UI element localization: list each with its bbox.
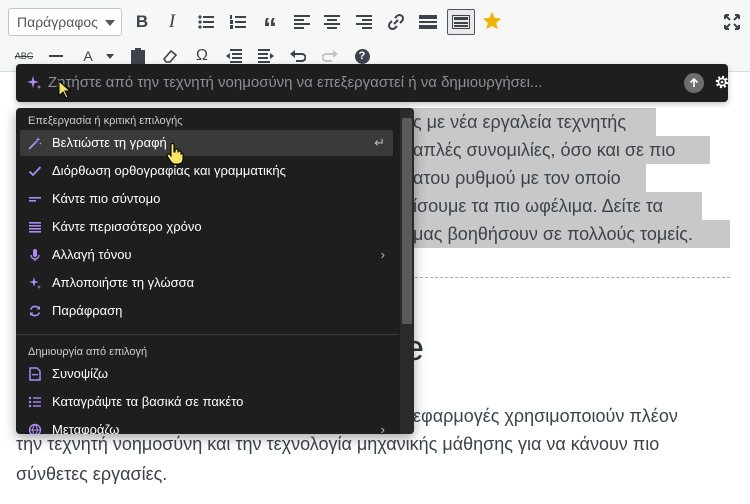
paragraph-line: ίσουμε τα πιο ωφέλιμα. Δείτε τα	[413, 196, 664, 216]
refresh-icon	[29, 305, 41, 317]
paragraph-line: μας βοηθήσουν σε πολλούς τομείς.	[413, 224, 693, 244]
outdent-icon	[226, 49, 242, 63]
mouse-cursor-icon	[58, 80, 72, 99]
arrow-up-icon	[689, 78, 699, 87]
bullet-list-icon	[198, 15, 214, 29]
horizontal-rule-icon	[49, 55, 63, 57]
menu-divider	[16, 334, 398, 335]
menu-section-title: Δημιουργία από επιλογή	[28, 346, 148, 358]
italic-button[interactable]: I	[158, 8, 186, 36]
read-more-button[interactable]	[414, 8, 442, 36]
hand-cursor-icon	[166, 143, 184, 165]
toolbar-toggle-icon	[452, 15, 470, 29]
menu-item-translate[interactable]: Μεταφράζω ›	[20, 417, 393, 434]
gear-icon	[715, 75, 729, 89]
menu-item-label: Βελτιώστε τη γραφή	[52, 135, 167, 150]
short-lines-icon	[29, 197, 41, 202]
menu-item-label: Μεταφράζω	[52, 422, 120, 434]
menu-item-summarize[interactable]: Συνοψίζω	[20, 361, 393, 387]
ai-prompt-bar: Ζητήστε από την τεχνητή νοημοσύνη να επε…	[16, 64, 730, 102]
menu-item-list-key-points[interactable]: Καταγράψτε τα βασικά σε πακέτο	[20, 389, 393, 415]
paragraph-line: ς με νέα εργαλεία τεχνητής	[413, 112, 626, 132]
globe-icon	[28, 423, 42, 434]
paste-text-icon	[131, 48, 145, 64]
long-lines-icon	[29, 222, 41, 233]
menu-item-make-shorter[interactable]: Κάντε πιο σύντομο	[20, 186, 393, 212]
microphone-icon	[30, 249, 40, 261]
menu-section-title: Επεξεργασία ή κριτική επιλογής	[28, 115, 183, 127]
help-icon: ?	[354, 48, 370, 64]
paragraph-line: την τεχνητή νοημοσύνη και την τεχνολογία…	[16, 434, 660, 454]
paragraph-line: εφαρμογές χρησιμοποιούν πλέον	[413, 406, 678, 426]
chevron-down-icon	[106, 53, 114, 59]
sparkle-icon	[27, 76, 41, 89]
paragraph-format-select[interactable]: Παράγραφος	[8, 8, 122, 36]
bold-icon: B	[135, 12, 149, 31]
align-center-button[interactable]	[318, 8, 346, 36]
paragraph-line: ατου ρυθμού με τον οποίο	[413, 168, 621, 188]
menu-item-make-longer[interactable]: Κάντε περισσότερο χρόνο	[20, 214, 393, 240]
menu-item-simplify-language[interactable]: Απλοποιήστε τη γλώσσα	[20, 270, 393, 296]
menu-item-label: Παράφραση	[52, 303, 123, 318]
magic-wand-icon	[28, 137, 42, 150]
undo-icon	[290, 50, 306, 62]
send-button[interactable]	[684, 73, 704, 93]
align-right-icon	[356, 15, 372, 29]
ai-actions-menu: Επεξεργασία ή κριτική επιλογής Βελτιώστε…	[16, 108, 414, 434]
read-more-icon	[419, 15, 437, 29]
menu-item-label: Αλλαγή τόνου	[52, 247, 132, 262]
redo-icon	[322, 50, 338, 62]
align-left-icon	[294, 15, 310, 29]
align-center-icon	[324, 15, 340, 29]
chevron-right-icon: ›	[380, 422, 385, 434]
list-icon	[28, 396, 41, 408]
enter-icon: ↵	[374, 135, 385, 150]
editor-toolbar: Παράγραφος B I “ ABC A Ω ?	[0, 0, 750, 72]
chevron-right-icon: ›	[380, 247, 385, 262]
paragraph-line: απλές συνομιλίες, όσο και σε πιο	[413, 140, 676, 160]
menu-item-improve-writing[interactable]: Βελτιώστε τη γραφή ↵	[20, 130, 393, 156]
menu-item-label: Απλοποιήστε τη γλώσσα	[52, 275, 195, 290]
menu-item-label: Κάντε περισσότερο χρόνο	[52, 219, 202, 234]
link-button[interactable]	[382, 8, 410, 36]
menu-item-paraphrase[interactable]: Παράφραση	[20, 298, 393, 324]
menu-item-label: Καταγράψτε τα βασικά σε πακέτο	[52, 394, 244, 409]
fullscreen-button[interactable]	[718, 8, 746, 36]
paragraph-line: σύνθετες εργασίες.	[16, 464, 168, 484]
more-divider	[410, 277, 730, 278]
text-color-icon: A	[83, 48, 93, 64]
italic-icon: I	[168, 11, 176, 32]
menu-item-label: Κάντε πιο σύντομο	[52, 191, 161, 206]
menu-item-fix-spelling[interactable]: Διόρθωση ορθογραφίας και γραμματικής	[20, 158, 393, 184]
ai-prompt-input[interactable]: Ζητήστε από την τεχνητή νοημοσύνη να επε…	[48, 74, 668, 91]
numbered-list-button[interactable]	[224, 8, 252, 36]
bullet-list-button[interactable]	[192, 8, 220, 36]
star-icon	[482, 11, 502, 30]
blockquote-icon: “	[263, 12, 277, 43]
strikethrough-icon: ABC	[14, 51, 34, 61]
align-right-button[interactable]	[350, 8, 378, 36]
menu-item-label: Διόρθωση ορθογραφίας και γραμματικής	[52, 163, 286, 178]
check-icon	[28, 166, 42, 177]
fullscreen-icon	[724, 14, 740, 30]
settings-button[interactable]	[714, 74, 730, 95]
special-character-icon: Ω	[196, 47, 208, 64]
clear-formatting-icon	[162, 49, 178, 63]
indent-icon	[258, 49, 274, 63]
menu-item-label: Συνοψίζω	[52, 366, 109, 381]
menu-item-change-tone[interactable]: Αλλαγή τόνου ›	[20, 242, 393, 268]
ai-star-button[interactable]	[478, 7, 506, 35]
align-left-button[interactable]	[288, 8, 316, 36]
numbered-list-icon	[230, 15, 246, 29]
format-select-value: Παράγραφος	[17, 14, 98, 30]
toolbar-toggle-button[interactable]	[447, 9, 475, 35]
sparkle-icon	[29, 277, 41, 289]
menu-scrollbar-thumb[interactable]	[402, 118, 412, 324]
link-icon	[387, 13, 405, 31]
blockquote-button[interactable]: “	[256, 8, 284, 43]
chevron-down-icon	[105, 20, 115, 26]
document-icon	[29, 367, 41, 381]
bold-button[interactable]: B	[128, 8, 156, 36]
